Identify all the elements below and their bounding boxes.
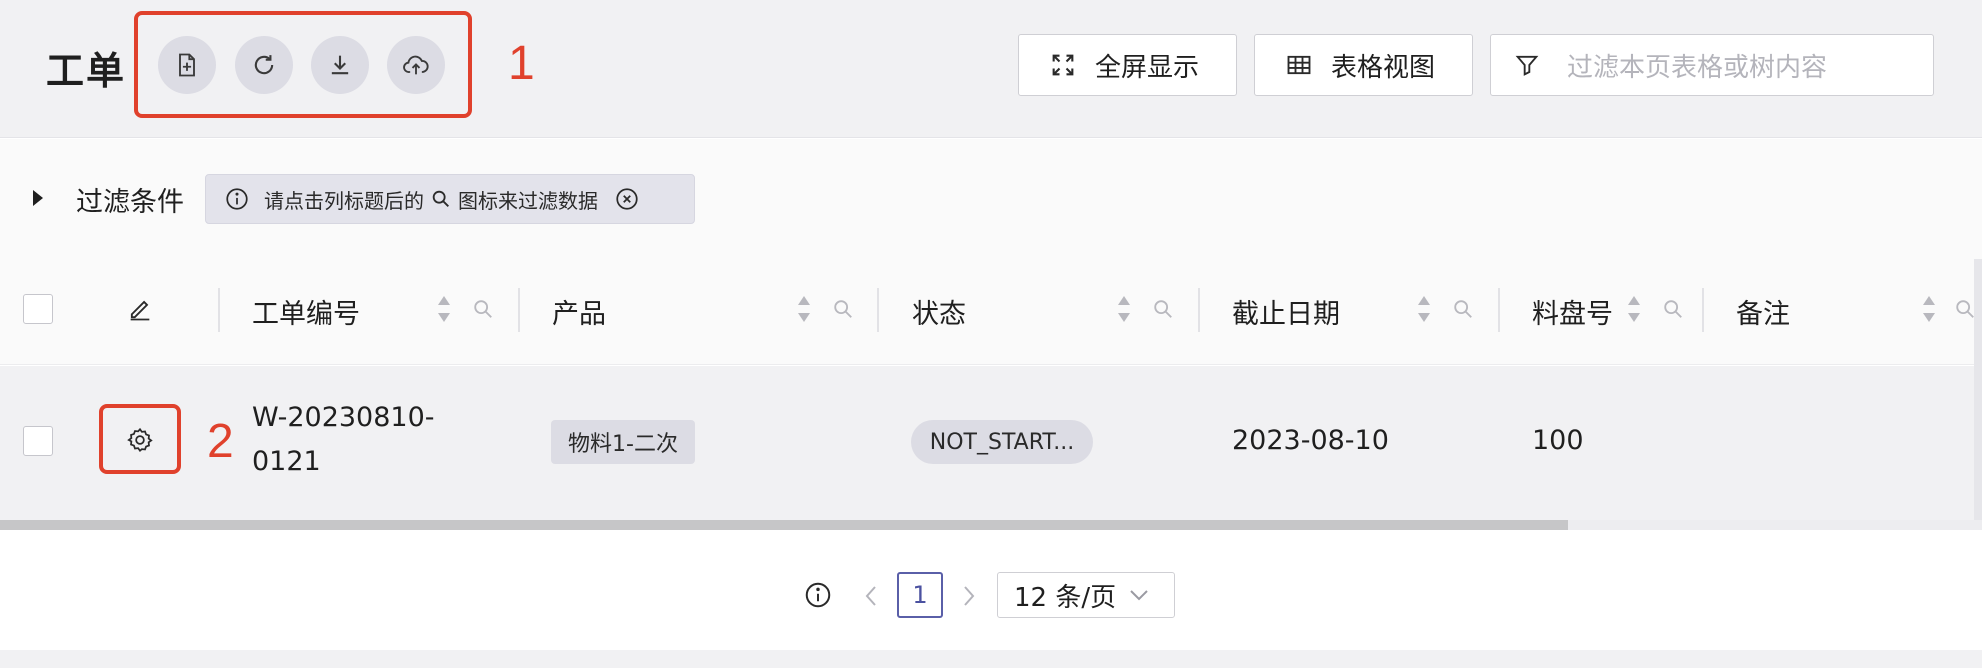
expand-icon (1052, 54, 1074, 76)
page-number-current[interactable]: 1 (897, 572, 943, 618)
annotation-box-1 (134, 11, 472, 118)
table-view-label: 表格视图 (1331, 52, 1436, 83)
column-separator (1198, 288, 1200, 332)
filter-icon (1515, 55, 1539, 76)
caret-right-icon (33, 190, 43, 206)
edit-pencil-icon (130, 300, 150, 321)
fullscreen-label: 全屏显示 (1095, 52, 1200, 83)
sort-icon[interactable] (1116, 294, 1132, 324)
gear-icon (127, 427, 153, 453)
info-icon (805, 582, 831, 608)
column-header-product[interactable]: 产品 (552, 292, 606, 331)
column-separator (1702, 288, 1704, 332)
close-circle-icon[interactable] (614, 186, 640, 212)
cell-deadline: 2023-08-10 (1232, 425, 1389, 456)
vertical-scrollbar[interactable] (1974, 259, 1982, 520)
sort-icon[interactable] (1921, 294, 1937, 324)
annotation-number-1: 1 (508, 37, 535, 90)
table-icon (1287, 55, 1311, 75)
pagination-bar (0, 530, 1982, 650)
column-header-reel-no[interactable]: 料盘号 (1532, 292, 1613, 331)
filter-hint-text-before: 请点击列标题后的 (264, 188, 424, 213)
filter-hint-tag: 请点击列标题后的 图标来过滤数据 (205, 174, 695, 224)
column-search-icon[interactable] (1152, 298, 1174, 320)
edit-column-header (126, 295, 154, 323)
annotation-number-2: 2 (207, 415, 234, 468)
info-icon (226, 188, 248, 210)
column-separator (1498, 288, 1500, 332)
chevron-left-icon (865, 586, 876, 606)
filter-expand-toggle[interactable] (30, 187, 46, 209)
sort-icon[interactable] (436, 294, 452, 324)
chevron-down-icon (1130, 590, 1148, 601)
column-search-icon[interactable] (832, 298, 854, 320)
column-header-order-no[interactable]: 工单编号 (252, 292, 360, 331)
column-separator (877, 288, 879, 332)
prev-page-button[interactable] (862, 584, 880, 608)
product-tag: 物料1-二次 (551, 420, 695, 464)
horizontal-scrollbar-thumb[interactable] (0, 520, 1568, 530)
status-badge: NOT_START... (911, 420, 1093, 464)
chevron-right-icon (964, 586, 975, 606)
column-header-deadline[interactable]: 截止日期 (1232, 292, 1340, 331)
filter-hint-text-after: 图标来过滤数据 (458, 188, 598, 213)
next-page-button[interactable] (960, 584, 978, 608)
table-filter-input[interactable]: 过滤本页表格或树内容 (1490, 34, 1934, 96)
cell-order-no-line2: 0121 (252, 446, 321, 477)
filter-placeholder: 过滤本页表格或树内容 (1567, 52, 1828, 83)
column-separator (518, 288, 520, 332)
column-separator (218, 288, 220, 332)
page-size-value: 12 条/页 (1014, 582, 1117, 613)
sort-icon[interactable] (1626, 294, 1642, 324)
column-search-icon[interactable] (1662, 298, 1684, 320)
row-checkbox[interactable] (23, 426, 53, 456)
fullscreen-button[interactable]: 全屏显示 (1018, 34, 1237, 96)
column-header-status[interactable]: 状态 (912, 292, 966, 331)
filter-conditions-label: 过滤条件 (76, 187, 184, 218)
bottom-strip (0, 650, 1982, 668)
cell-reel-no: 100 (1532, 425, 1584, 456)
column-search-icon[interactable] (1452, 298, 1474, 320)
sort-icon[interactable] (1416, 294, 1432, 324)
column-search-icon[interactable] (472, 298, 494, 320)
column-search-icon[interactable] (1954, 298, 1976, 320)
page-title: 工单 (46, 49, 127, 93)
search-icon (432, 190, 449, 207)
column-header-remark[interactable]: 备注 (1736, 292, 1790, 331)
cell-order-no-line1: W-20230810- (252, 402, 435, 433)
table-view-button[interactable]: 表格视图 (1254, 34, 1473, 96)
row-settings-button[interactable] (126, 426, 154, 454)
sort-icon[interactable] (796, 294, 812, 324)
pagination-info-button[interactable] (803, 580, 833, 610)
select-all-checkbox[interactable] (23, 294, 53, 324)
page-size-select[interactable]: 12 条/页 (997, 572, 1175, 618)
